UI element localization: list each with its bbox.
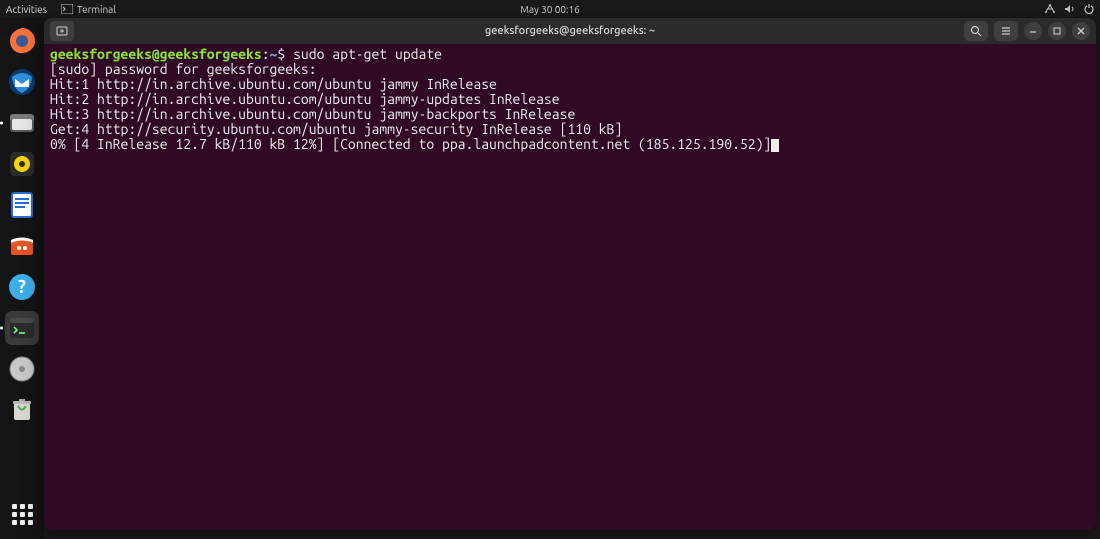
trash-icon[interactable]	[5, 393, 39, 427]
terminal-line: 0% [4 InRelease 12.7 kB/110 kB 12%] [Con…	[50, 137, 1090, 152]
terminal-line: Hit:2 http://in.archive.ubuntu.com/ubunt…	[50, 92, 1090, 107]
new-tab-button[interactable]	[50, 21, 74, 41]
libreoffice-writer-icon[interactable]	[5, 188, 39, 222]
terminal-line: Get:4 http://security.ubuntu.com/ubuntu …	[50, 122, 1090, 137]
terminal-line: Hit:1 http://in.archive.ubuntu.com/ubunt…	[50, 77, 1090, 92]
terminal-small-icon	[61, 4, 73, 14]
svg-text:?: ?	[18, 277, 26, 297]
terminal-body[interactable]: geeksforgeeks@geeksforgeeks:~$ sudo apt-…	[44, 44, 1096, 530]
power-icon[interactable]	[1084, 4, 1094, 14]
network-icon[interactable]	[1044, 4, 1056, 14]
help-icon[interactable]: ?	[5, 270, 39, 304]
maximize-button[interactable]	[1048, 22, 1066, 40]
terminal-window: geeksforgeeks@geeksforgeeks: ~ geeksforg…	[44, 18, 1096, 530]
search-button[interactable]	[964, 21, 988, 41]
firefox-icon[interactable]	[5, 24, 39, 58]
topbar-terminal-label: Terminal	[77, 4, 116, 15]
close-button[interactable]	[1072, 22, 1090, 40]
dock: ?	[0, 18, 44, 539]
terminal-line: geeksforgeeks@geeksforgeeks:~$ sudo apt-…	[50, 47, 1090, 62]
hamburger-menu-button[interactable]	[994, 21, 1018, 41]
thunderbird-icon[interactable]	[5, 65, 39, 99]
minimize-button[interactable]	[1024, 22, 1042, 40]
gnome-topbar: Activities Terminal May 30 00:16	[0, 0, 1100, 18]
files-icon[interactable]	[5, 106, 39, 140]
topbar-terminal-menu[interactable]: Terminal	[61, 4, 116, 15]
disk-icon[interactable]	[5, 352, 39, 386]
terminal-line: [sudo] password for geeksforgeeks:	[50, 62, 1090, 77]
volume-icon[interactable]	[1064, 4, 1076, 14]
window-titlebar[interactable]: geeksforgeeks@geeksforgeeks: ~	[44, 18, 1096, 44]
clock[interactable]: May 30 00:16	[520, 4, 580, 15]
terminal-line: Hit:3 http://in.archive.ubuntu.com/ubunt…	[50, 107, 1090, 122]
window-title: geeksforgeeks@geeksforgeeks: ~	[44, 25, 1096, 37]
terminal-icon[interactable]	[5, 311, 39, 345]
rhythmbox-icon[interactable]	[5, 147, 39, 181]
software-icon[interactable]	[5, 229, 39, 263]
terminal-cursor	[771, 139, 779, 152]
activities-button[interactable]: Activities	[6, 4, 47, 15]
show-applications-button[interactable]	[5, 497, 39, 531]
